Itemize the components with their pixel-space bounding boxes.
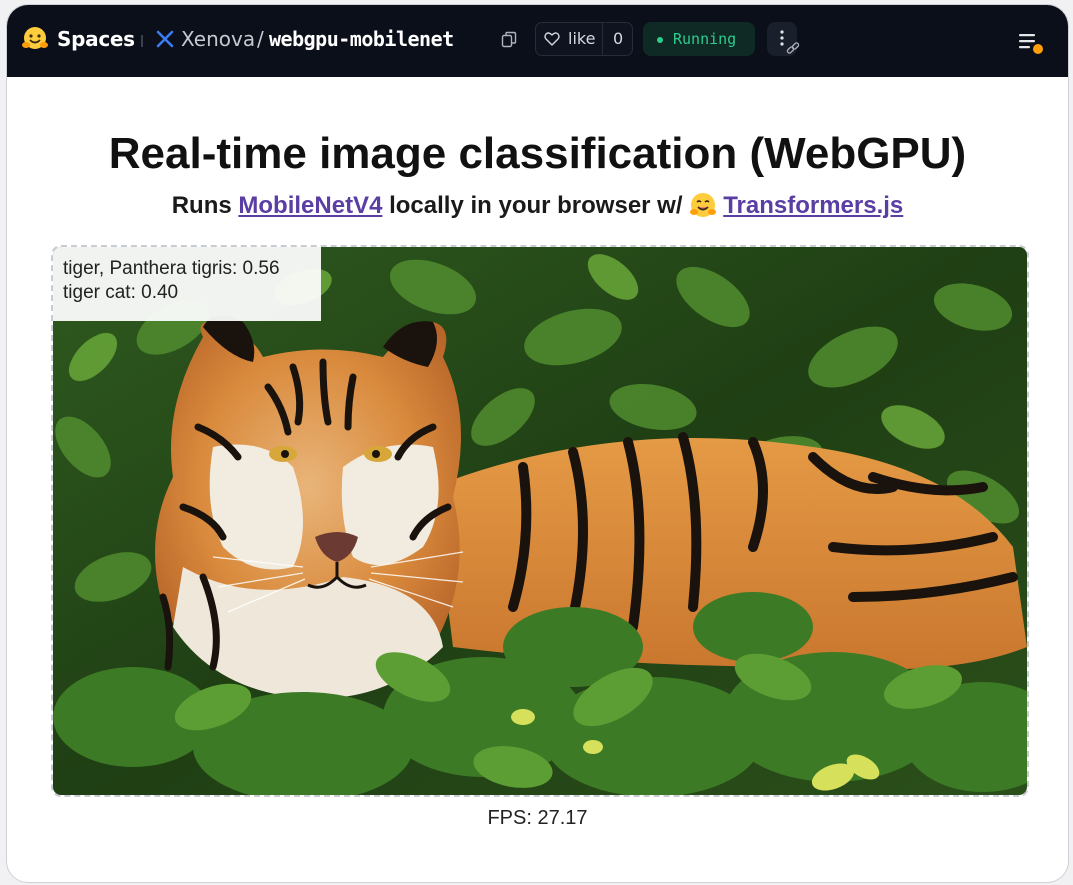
browser-window: Spaces Xenova / webgpu-mobilenet like 0 … (6, 4, 1069, 883)
more-options-button[interactable] (767, 22, 800, 56)
kebab-icon (780, 30, 800, 54)
top-navbar: Spaces Xenova / webgpu-mobilenet like 0 … (7, 5, 1068, 77)
mobilenet-link[interactable]: MobileNetV4 (238, 192, 382, 219)
subtitle-middle: locally in your browser w/ (389, 192, 683, 219)
status-dot-icon (657, 37, 663, 43)
transformers-link-label: Transformers.js (723, 192, 904, 219)
transformers-link[interactable]: Transformers.js (689, 192, 903, 219)
menu-icon[interactable] (1015, 29, 1049, 57)
subtitle-prefix: Runs (171, 192, 232, 219)
webcam-video: tiger, Panthera tigris: 0.56 tiger cat: … (51, 245, 1029, 797)
heart-icon (544, 32, 560, 46)
page-title: Real-time image classification (WebGPU) (108, 129, 967, 178)
owner-link[interactable]: Xenova (181, 27, 255, 51)
divider (141, 35, 143, 47)
link-icon (786, 42, 800, 54)
path-separator: / (257, 27, 264, 51)
hugging-face-logo[interactable] (21, 25, 49, 53)
like-count: 0 (613, 29, 624, 48)
repo-name-link[interactable]: webgpu-mobilenet (269, 27, 454, 51)
copy-icon[interactable] (501, 31, 517, 49)
spaces-link[interactable]: Spaces (57, 27, 135, 51)
like-label: like (568, 29, 596, 48)
like-divider (602, 23, 603, 55)
prediction-1: tiger, Panthera tigris: 0.56 (63, 258, 280, 279)
prediction-2: tiger cat: 0.40 (63, 282, 179, 303)
fps-counter: FPS: 27.17 (487, 807, 588, 829)
predictions-overlay: tiger, Panthera tigris: 0.56 tiger cat: … (53, 247, 321, 321)
page-subtitle: Runs MobileNetV4 locally in your browser… (7, 191, 1068, 220)
like-button[interactable]: like 0 (535, 22, 633, 56)
status-badge[interactable]: Running (643, 22, 755, 56)
hugging-face-emoji-icon (690, 193, 717, 217)
x-icon (156, 30, 174, 48)
status-text: Running (673, 30, 737, 48)
tiger-image (53, 247, 1027, 795)
